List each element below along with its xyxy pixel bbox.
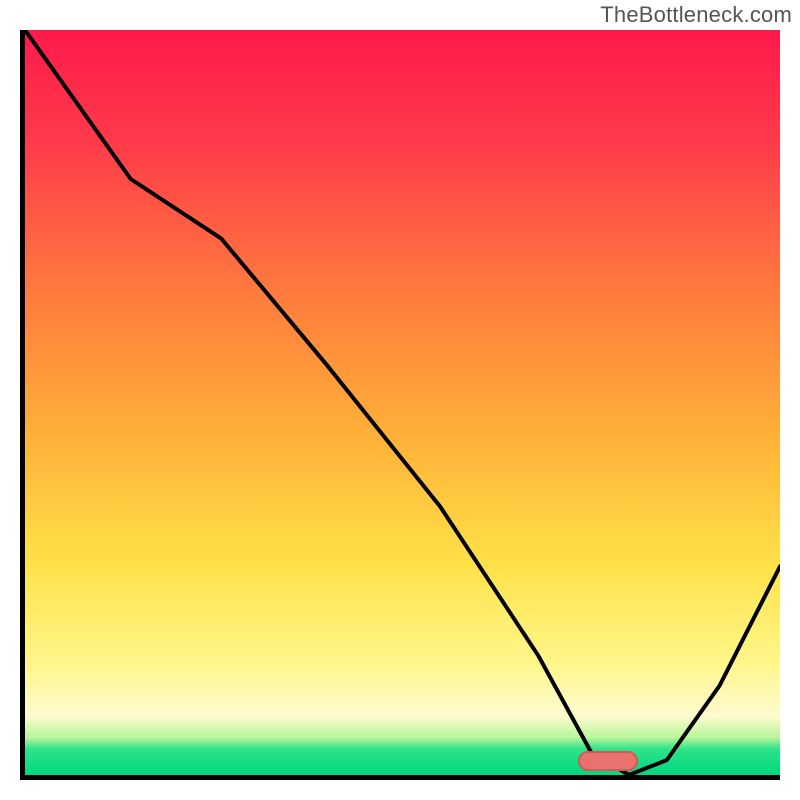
optimal-marker — [578, 751, 638, 771]
chart-container: TheBottleneck.com — [0, 0, 800, 800]
watermark-text: TheBottleneck.com — [600, 2, 792, 28]
plot-axes — [20, 30, 780, 780]
background-gradient — [25, 30, 780, 775]
